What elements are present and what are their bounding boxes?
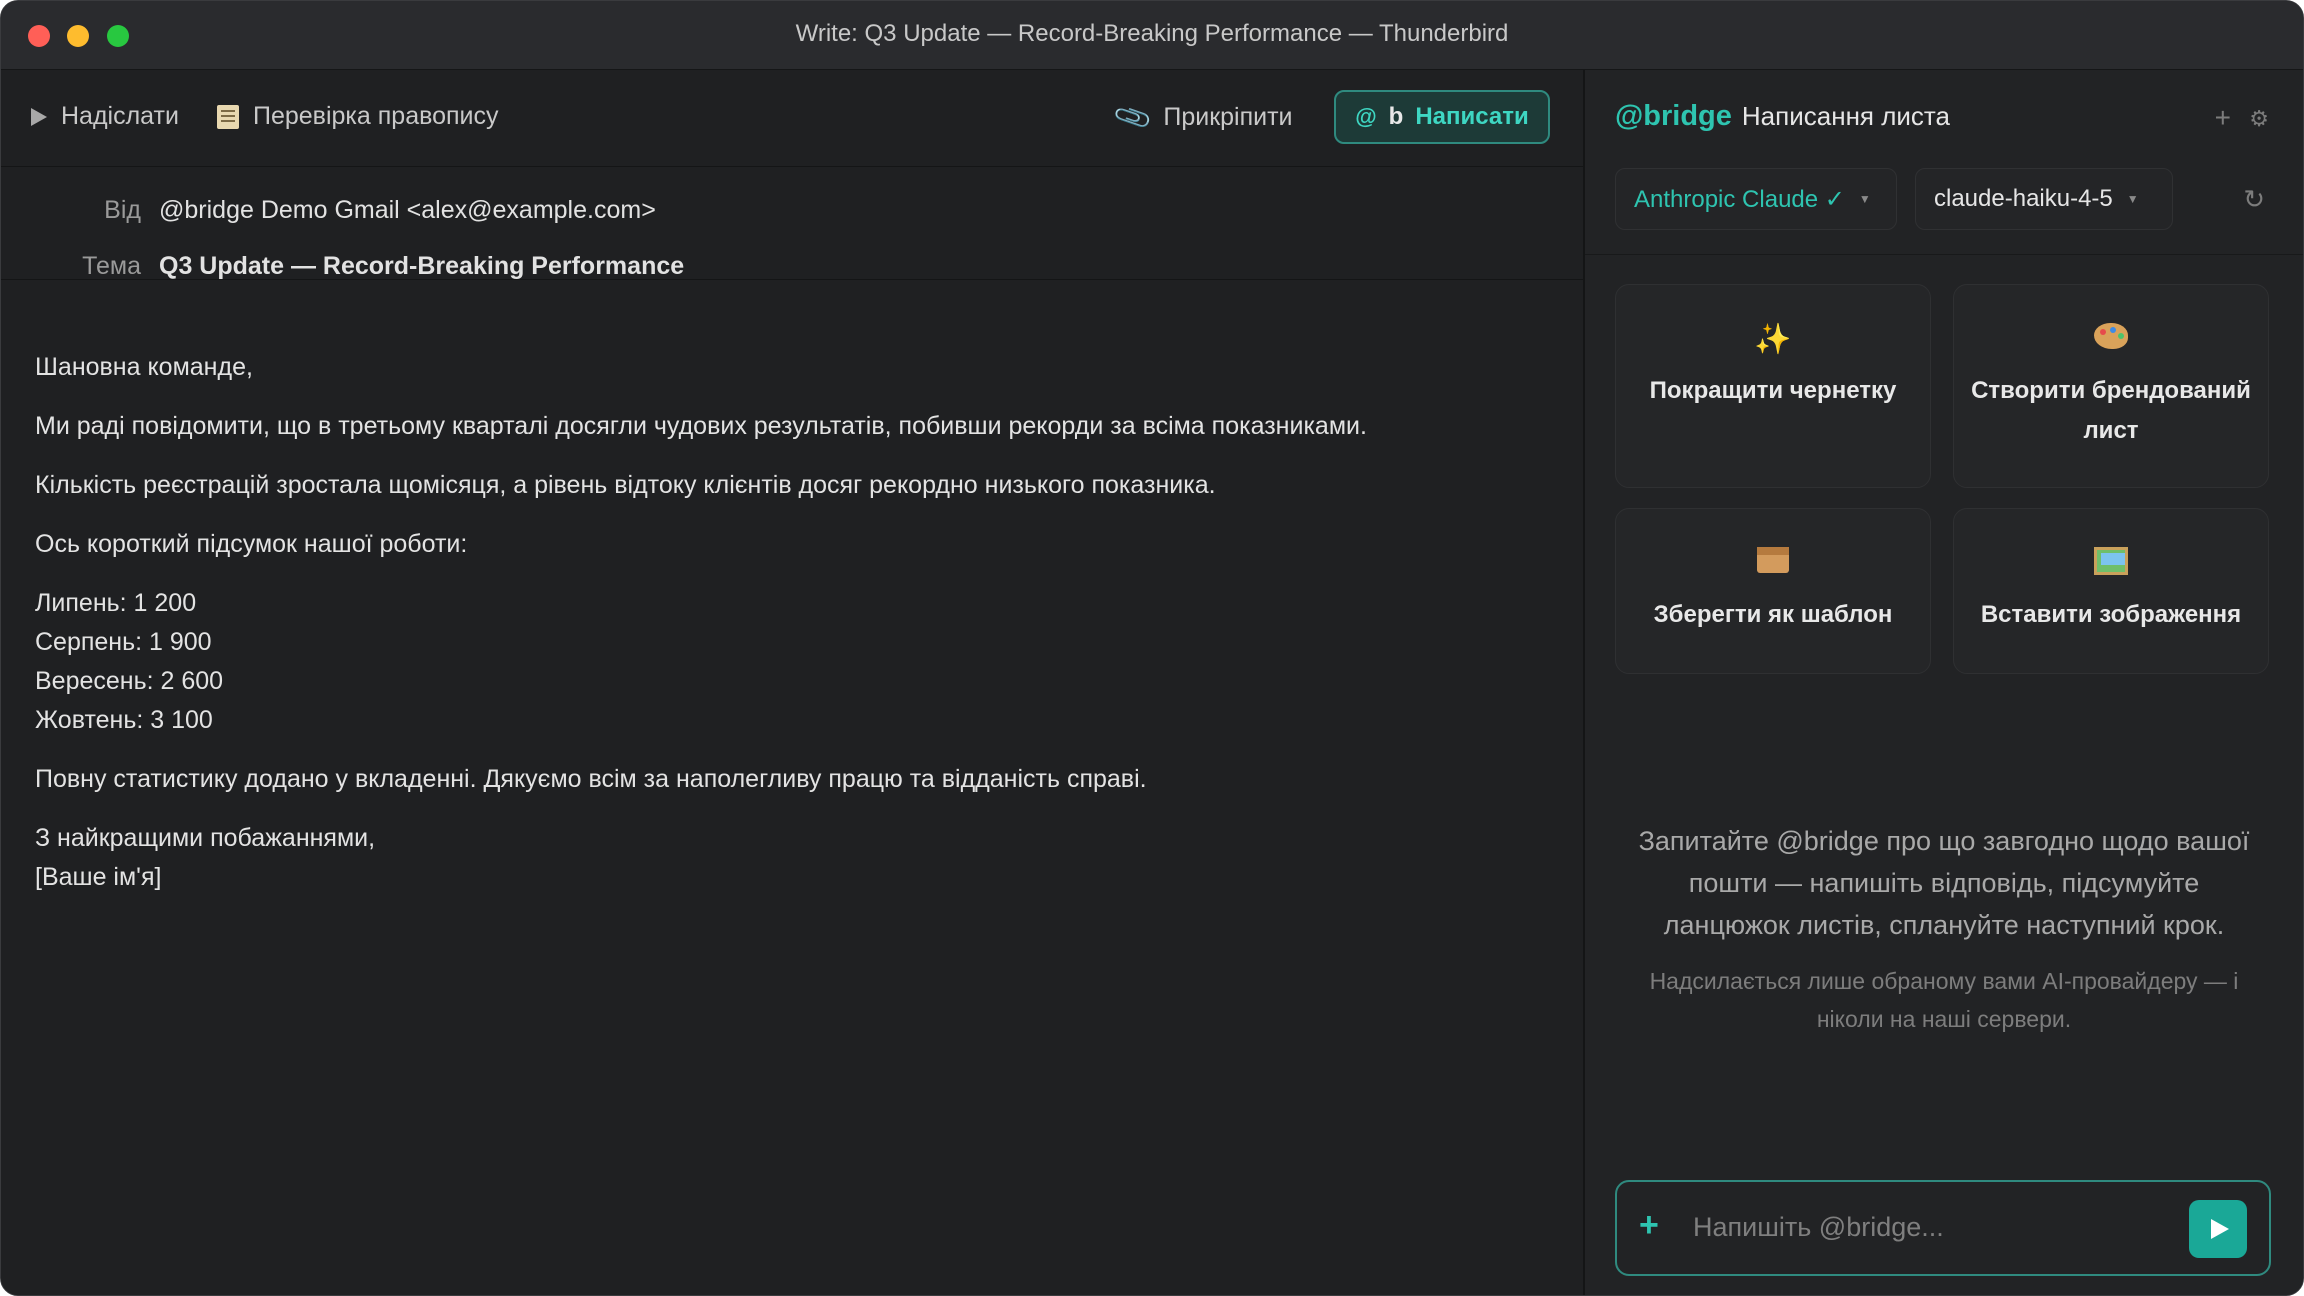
from-row: Від @bridge Demo Gmail <alex@example.com… bbox=[1, 196, 656, 225]
list-item: Серпень: 1 900 bbox=[35, 628, 212, 656]
paperclip-icon: 📎 bbox=[1111, 95, 1155, 139]
insert-image-card[interactable]: Вставити зображення bbox=[1953, 508, 2269, 674]
box-icon bbox=[1757, 547, 1789, 573]
card-label: Покращити чернетку bbox=[1649, 377, 1897, 404]
chevron-down-icon: ▼ bbox=[1858, 192, 1871, 206]
bridge-header: @bridge Написання листа bbox=[1615, 100, 1950, 133]
body-paragraph-2: Кількість реєстрацій зростала щомісяця, … bbox=[35, 471, 1216, 499]
body-paragraph-1: Ми раді повідомити, що в третьому кварта… bbox=[35, 412, 1367, 440]
subject-row: Тема Q3 Update — Record-Breaking Perform… bbox=[1, 252, 684, 281]
body-greeting: Шановна команде, bbox=[35, 353, 253, 381]
chevron-down-icon: ▼ bbox=[2126, 192, 2139, 206]
attach-label: Прикріпити bbox=[1163, 103, 1293, 131]
notepad-icon bbox=[217, 104, 239, 129]
title-bar: Write: Q3 Update — Record-Breaking Perfo… bbox=[1, 1, 2303, 70]
save-template-card[interactable]: Зберегти як шаблон bbox=[1615, 508, 1931, 674]
window-title: Write: Q3 Update — Record-Breaking Perfo… bbox=[795, 20, 1509, 47]
refresh-icon[interactable]: ↻ bbox=[2243, 184, 2265, 215]
palette-icon bbox=[2094, 323, 2128, 349]
bridge-prompt-box[interactable]: + Напишіть @bridge... bbox=[1615, 1180, 2271, 1276]
message-headers: Від @bridge Demo Gmail <alex@example.com… bbox=[1, 166, 1583, 280]
body-paragraph-4: Повну статистику додано у вкладенні. Дяк… bbox=[35, 765, 1147, 793]
write-prefix: b bbox=[1388, 103, 1404, 130]
privacy-note: Надсилається лише обраному вами AI-прова… bbox=[1649, 968, 2239, 1032]
subject-label: Тема bbox=[82, 252, 141, 280]
send-button[interactable]: Надіслати bbox=[31, 102, 179, 131]
spellcheck-button[interactable]: Перевірка правопису bbox=[217, 102, 499, 131]
divider bbox=[1585, 254, 2303, 255]
card-label: Створити брендований лист bbox=[1971, 377, 2251, 444]
card-label: Зберегти як шаблон bbox=[1653, 601, 1893, 628]
settings-gear-icon[interactable]: ⚙ bbox=[2249, 106, 2269, 132]
subject-field[interactable]: Q3 Update — Record-Breaking Performance bbox=[159, 252, 684, 281]
thunderbird-window: Write: Q3 Update — Record-Breaking Perfo… bbox=[0, 0, 2304, 1296]
body-closing: З найкращими побажаннями, bbox=[35, 824, 376, 852]
branded-email-card[interactable]: Створити брендований лист bbox=[1953, 284, 2269, 488]
compose-toolbar: Надіслати Перевірка правопису 📎 Прикріпи… bbox=[1, 70, 1583, 167]
bridge-send-button[interactable] bbox=[2189, 1200, 2247, 1258]
sparkles-icon: ✨ bbox=[1754, 323, 1792, 356]
bridge-title: Написання листа bbox=[1741, 101, 1950, 131]
model-selectors: Anthropic Claude ✓ ▼ claude-haiku-4-5 ▼ … bbox=[1615, 168, 2279, 232]
provider-value: Anthropic Claude ✓ bbox=[1634, 185, 1845, 213]
send-arrow-icon bbox=[2211, 1219, 2229, 1239]
list-item: Вересень: 2 600 bbox=[35, 667, 224, 695]
at-icon: @ bbox=[1355, 104, 1377, 129]
from-label: Від bbox=[104, 196, 141, 224]
body-paragraph-3: Ось короткий підсумок нашої роботи: bbox=[35, 530, 468, 558]
model-select[interactable]: claude-haiku-4-5 ▼ bbox=[1915, 168, 2173, 230]
bridge-sidebar: @bridge Написання листа + ⚙ Anthropic Cl… bbox=[1585, 70, 2303, 1295]
add-context-icon[interactable]: + bbox=[1639, 1206, 1659, 1245]
summary-list: Липень: 1 200 Серпень: 1 900 Вересень: 2… bbox=[35, 584, 1553, 740]
body-signature: [Ваше ім'я] bbox=[35, 863, 162, 891]
compose-pane: Надіслати Перевірка правопису 📎 Прикріпи… bbox=[1, 70, 1585, 1295]
list-item: Липень: 1 200 bbox=[35, 589, 197, 617]
picture-icon bbox=[2094, 547, 2128, 575]
attach-button[interactable]: 📎 Прикріпити bbox=[1111, 96, 1293, 138]
improve-draft-card[interactable]: ✨ Покращити чернетку bbox=[1615, 284, 1931, 488]
card-label: Вставити зображення bbox=[1980, 601, 2242, 628]
bridge-hint: Запитайте @bridge про що завгодно щодо в… bbox=[1638, 826, 2250, 940]
bridge-logo: @bridge bbox=[1615, 100, 1732, 132]
send-label: Надіслати bbox=[61, 102, 179, 130]
write-label: Написати bbox=[1415, 103, 1529, 130]
list-item: Жовтень: 3 100 bbox=[35, 706, 213, 734]
message-body-editor[interactable]: Шановна команде, Ми раді повідомити, що … bbox=[35, 348, 1553, 897]
spellcheck-label: Перевірка правопису bbox=[253, 102, 499, 130]
model-value: claude-haiku-4-5 bbox=[1934, 185, 2113, 212]
bridge-prompt-input[interactable]: Напишіть @bridge... bbox=[1693, 1212, 1944, 1243]
bridge-write-button[interactable]: @ b Написати bbox=[1334, 90, 1550, 144]
provider-select[interactable]: Anthropic Claude ✓ ▼ bbox=[1615, 168, 1897, 230]
from-field[interactable]: @bridge Demo Gmail <alex@example.com> bbox=[159, 196, 656, 225]
send-icon bbox=[31, 107, 47, 126]
new-chat-icon[interactable]: + bbox=[2215, 102, 2231, 134]
